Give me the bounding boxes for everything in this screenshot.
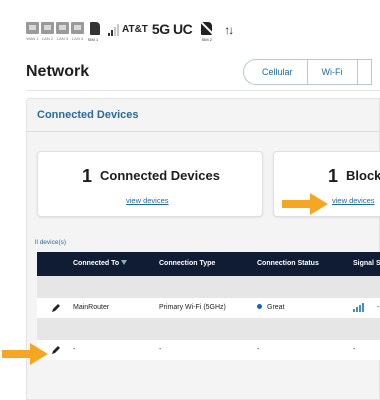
- panel-divider: [27, 131, 380, 132]
- table-spacer-row: [37, 318, 380, 340]
- status-dot-icon: [257, 304, 262, 309]
- view-connected-devices-link[interactable]: view devices: [126, 196, 169, 205]
- sim-card-disabled-icon: [201, 22, 213, 35]
- cell-extra: -: [377, 304, 380, 311]
- network-type: 5G UC: [151, 21, 193, 37]
- cellular-signal-icon: [108, 22, 120, 36]
- status-bar: WAN 1 LAN 2 LAN 3 LAN 4 SIM 1 AT&T 5G UC…: [26, 21, 234, 48]
- connected-devices-card: 1 Connected Devices view devices: [37, 151, 263, 217]
- cell-connection-status: Great: [257, 298, 285, 318]
- tab-more[interactable]: [358, 60, 372, 84]
- column-connected-to[interactable]: Connected To: [73, 252, 128, 276]
- view-blocked-devices-link[interactable]: view devices: [332, 196, 375, 205]
- cell-connection-type: -: [159, 346, 162, 353]
- cell-connection-type: Primary Wi-Fi (5GHz): [159, 304, 226, 311]
- data-transfer-icon: ↑↓: [224, 23, 234, 37]
- port-wan1: WAN 1: [26, 22, 39, 41]
- column-signal-strength: Signal S: [353, 260, 380, 267]
- edit-pencil-icon[interactable]: [51, 303, 61, 313]
- column-connection-status: Connection Status: [257, 260, 319, 267]
- page-title: Network: [26, 63, 90, 80]
- card-heading: 1 Block: [328, 166, 380, 187]
- cell-connected-to: -: [73, 346, 76, 353]
- tab-wifi[interactable]: Wi-Fi: [308, 60, 358, 84]
- port-lan2: LAN 2: [41, 22, 54, 41]
- cell-connected-to: MainRouter: [73, 304, 110, 311]
- filter-icon[interactable]: [121, 260, 128, 265]
- device-count-filter[interactable]: ll device(s): [35, 239, 66, 246]
- port-lan3: LAN 3: [56, 22, 69, 41]
- edit-pencil-icon[interactable]: [51, 345, 61, 355]
- card-label: Block: [346, 168, 380, 183]
- sim1-status: SIM 1: [86, 22, 100, 42]
- signal-strength-icon: [353, 303, 365, 312]
- table-spacer-row: [37, 276, 380, 298]
- connected-devices-panel: Connected Devices 1 Connected Devices vie…: [26, 98, 380, 400]
- network-tabs: Cellular Wi-Fi: [243, 59, 372, 85]
- tab-cellular[interactable]: Cellular: [244, 60, 308, 84]
- card-heading: 1 Connected Devices: [82, 166, 220, 187]
- table-header: Connected To Connection Type Connection …: [37, 252, 380, 276]
- annotation-arrow-icon: [282, 193, 328, 215]
- ethernet-port-icon: [26, 22, 39, 34]
- card-label: Connected Devices: [100, 168, 220, 183]
- connected-count: 1: [82, 166, 93, 186]
- cell-connection-status: -: [257, 346, 260, 353]
- table-row: MainRouter Primary Wi-Fi (5GHz) Great -: [37, 298, 380, 318]
- port-lan4: LAN 4: [71, 22, 84, 41]
- ethernet-port-icon: [41, 22, 54, 34]
- table-row: - - - -: [37, 340, 380, 360]
- panel-title: Connected Devices: [37, 109, 139, 121]
- cell-signal-strength: -: [353, 346, 356, 353]
- carrier-name: AT&T: [122, 24, 148, 35]
- annotation-arrow-icon: [2, 343, 48, 365]
- ethernet-port-icon: [56, 22, 69, 34]
- header-divider: [26, 90, 380, 91]
- column-connection-type: Connection Type: [159, 260, 216, 267]
- sim2-status: SIM 2: [201, 22, 213, 42]
- sim-card-icon: [90, 22, 100, 35]
- blocked-count: 1: [328, 166, 339, 186]
- ethernet-port-icon: [71, 22, 84, 34]
